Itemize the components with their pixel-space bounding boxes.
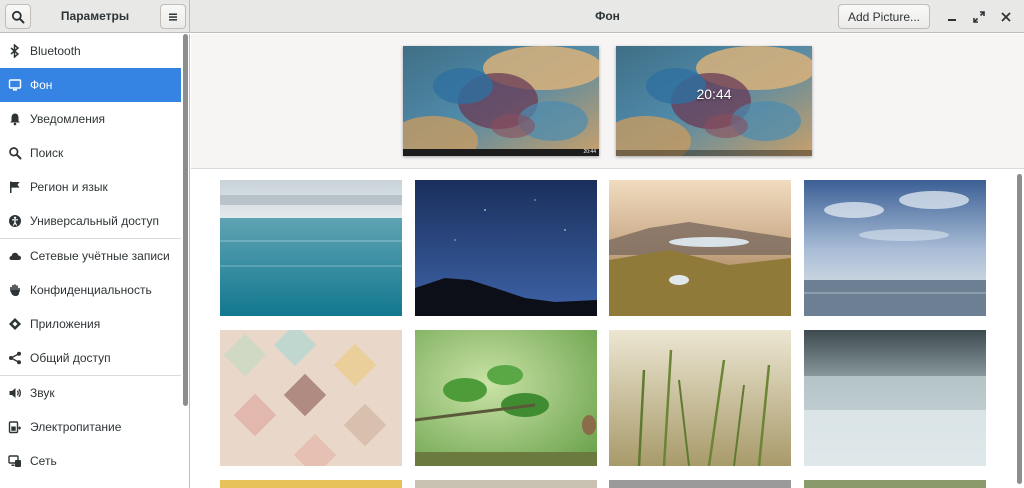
cloud-icon (8, 249, 22, 263)
sidebar-item-sound[interactable]: Звук (0, 376, 181, 410)
sidebar-item-label: Звук (30, 386, 55, 400)
sidebar-item-accessibility[interactable]: Универсальный доступ (0, 204, 181, 238)
sidebar-scrollbar[interactable] (183, 34, 188, 406)
apps-icon (8, 317, 22, 331)
sidebar-item-region[interactable]: Регион и язык (0, 170, 181, 204)
lock-screen-clock: 20:44 (696, 86, 732, 102)
wallpaper-tile[interactable] (804, 480, 986, 488)
sidebar-item-power[interactable]: Электропитание (0, 410, 181, 444)
sidebar: Bluetooth Фон Уведомления Поиск Регион и… (0, 34, 190, 488)
power-icon (8, 420, 22, 434)
monitor-icon (8, 78, 22, 92)
desktop-background-preview[interactable]: 20:44 (403, 46, 599, 156)
sidebar-item-online-accounts[interactable]: Сетевые учётные записи (0, 239, 181, 273)
wallpaper-tile-mountain-lake-valley[interactable] (609, 180, 791, 316)
sidebar-item-label: Поиск (30, 146, 64, 160)
wallpaper-tile[interactable] (220, 480, 402, 488)
wallpaper-tile[interactable] (609, 480, 791, 488)
wallpaper-tile-green-leaves-bird[interactable] (415, 330, 597, 466)
background-panel: 20:44 20:44 (191, 34, 1024, 488)
maximize-icon (973, 11, 985, 23)
preview-area: 20:44 20:44 (191, 34, 1024, 169)
taskbar-clock: 20:44 (583, 149, 596, 155)
sidebar-item-label: Конфиденциальность (30, 283, 152, 297)
accessibility-icon (8, 214, 22, 228)
sidebar-item-bluetooth[interactable]: Bluetooth (0, 34, 181, 68)
wallpaper-tile-clouds-over-sea[interactable] (804, 180, 986, 316)
network-icon (8, 454, 22, 468)
bell-icon (8, 112, 22, 126)
sidebar-item-label: Фон (30, 78, 53, 92)
flag-icon (8, 180, 22, 194)
menu-button[interactable] (160, 4, 186, 29)
hamburger-icon (169, 13, 177, 21)
wallpaper-tile-sea-horizon[interactable] (220, 180, 402, 316)
minimize-button[interactable] (941, 6, 963, 28)
search-icon (11, 10, 25, 23)
sidebar-item-label: Bluetooth (30, 44, 81, 58)
close-button[interactable] (995, 6, 1017, 28)
lock-screen-bar (616, 150, 812, 156)
sidebar-item-search[interactable]: Поиск (0, 136, 181, 170)
close-icon (1001, 12, 1011, 22)
sidebar-item-applications[interactable]: Приложения (0, 307, 181, 341)
header-bar: Параметры Фон Add Picture... (0, 0, 1024, 33)
sidebar-header: Параметры (0, 0, 190, 33)
sidebar-item-privacy[interactable]: Конфиденциальность (0, 273, 181, 307)
wallpaper-grid (191, 170, 1016, 488)
lock-screen-preview[interactable]: 20:44 (616, 46, 812, 156)
wallpaper-tile-pastel-scales[interactable] (220, 330, 402, 466)
wallpaper-tile-frosted-meadow[interactable] (804, 330, 986, 466)
speaker-icon (8, 386, 22, 400)
sidebar-item-network[interactable]: Сеть (0, 444, 181, 478)
bluetooth-icon (8, 44, 22, 58)
hand-icon (8, 283, 22, 297)
add-picture-button[interactable]: Add Picture... (838, 4, 930, 29)
sidebar-item-label: Сетевые учётные записи (30, 249, 170, 263)
maximize-button[interactable] (968, 6, 990, 28)
share-icon (8, 351, 22, 365)
sidebar-item-label: Электропитание (30, 420, 122, 434)
satellite-earth-image (403, 46, 599, 156)
sidebar-item-label: Универсальный доступ (30, 214, 160, 228)
sidebar-item-background[interactable]: Фон (0, 68, 181, 102)
wallpaper-tile-grass-blades-sunlight[interactable] (609, 330, 791, 466)
app-title: Параметры (60, 9, 130, 23)
sidebar-item-label: Регион и язык (30, 180, 108, 194)
search-button[interactable] (5, 4, 31, 29)
sidebar-item-label: Уведомления (30, 112, 106, 126)
sidebar-item-sharing[interactable]: Общий доступ (0, 341, 181, 375)
search-icon (8, 146, 22, 160)
minimize-icon (948, 19, 956, 21)
wallpaper-tile[interactable] (415, 480, 597, 488)
wallpaper-tile-night-sky-mountains[interactable] (415, 180, 597, 316)
sidebar-item-notifications[interactable]: Уведомления (0, 102, 181, 136)
sidebar-item-label: Общий доступ (30, 351, 111, 365)
sidebar-item-label: Приложения (30, 317, 101, 331)
main-scrollbar[interactable] (1017, 174, 1022, 484)
taskbar-preview: 20:44 (403, 149, 599, 156)
sidebar-item-label: Сеть (30, 454, 57, 468)
